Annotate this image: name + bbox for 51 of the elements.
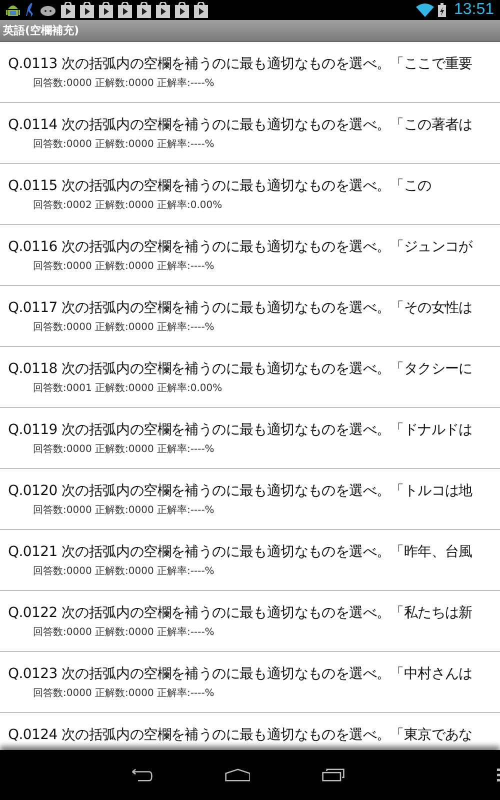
answer-stats: 回答数:0002 正解数:0000 正解率:0.00% <box>32 198 224 212</box>
answer-stats: 回答数:0001 正解数:0000 正解率:0.00% <box>32 382 224 395</box>
question-item[interactable]: Q.0122 次の括弧内の空欄を補うのに最も適切なものを選べ。「私たちは新 回答数:0000 正解数:0000 正解率:----% <box>0 591 500 652</box>
shopping-bag-icon <box>61 2 75 18</box>
wifi-icon <box>416 3 434 17</box>
question-title: Q.0124 次の括弧内の空欄を補うのに最も適切なものを選べ。「東京であな <box>8 726 472 744</box>
answer-stats: 回答数:0000 正解数:0000 正解率:----% <box>32 686 216 700</box>
shopping-bag-icon <box>118 2 132 18</box>
shopping-bag-icon <box>175 2 189 18</box>
question-item[interactable]: Q.0118 次の括弧内の空欄を補うのに最も適切なものを選べ。「タクシーに 回答数:0001 正解数:0000 正解率:0.00% <box>0 347 500 408</box>
question-title: Q.0113 次の括弧内の空欄を補うのに最も適切なものを選べ。「ここで重要 <box>8 55 472 73</box>
question-title: Q.0114 次の括弧内の空欄を補うのに最も適切なものを選べ。「この著者は <box>8 116 472 134</box>
question-title: Q.0116 次の括弧内の空欄を補うのに最も適切なものを選べ。「ジュンコが <box>8 238 472 256</box>
question-title: Q.0115 次の括弧内の空欄を補うのに最も適切なものを選べ。「この <box>8 177 432 195</box>
answer-stats: 回答数:0000 正解数:0000 正解率:----% <box>32 564 216 578</box>
screen-title: 英語(空欄補充) <box>3 23 80 38</box>
answer-stats: 回答数:0000 正解数:0000 正解率:----% <box>32 504 216 517</box>
answer-stats: 回答数:0000 正解数:0000 正解率:----% <box>32 320 216 334</box>
question-title: Q.0117 次の括弧内の空欄を補うのに最も適切なものを選べ。「その女性は <box>8 299 472 317</box>
question-title: Q.0120 次の括弧内の空欄を補うのに最も適切なものを選べ。「トルコは地 <box>8 482 472 500</box>
question-item[interactable]: Q.0123 次の括弧内の空欄を補うのに最も適切なものを選べ。「中村さんは 回答数:0000 正解数:0000 正解率:----% <box>0 652 500 713</box>
question-title: Q.0122 次の括弧内の空欄を補うのに最も適切なものを選べ。「私たちは新 <box>8 604 472 622</box>
clock-time: 13:51 <box>454 1 494 19</box>
question-item[interactable]: Q.0121 次の括弧内の空欄を補うのに最も適切なものを選べ。「昨年、台風 回答数:0000 正解数:0000 正解率:----% <box>0 530 500 591</box>
question-item[interactable]: Q.0119 次の括弧内の空欄を補うのに最も適切なものを選べ。「ドナルドは 回答数:0000 正解数:0000 正解率:----% <box>0 408 500 469</box>
shopping-bag-icon <box>99 2 113 18</box>
shopping-bag-icon <box>156 2 170 18</box>
answer-stats: 回答数:0000 正解数:0000 正解率:----% <box>32 260 216 273</box>
question-item[interactable]: Q.0113 次の括弧内の空欄を補うのに最も適切なものを選べ。「ここで重要 回答数:0000 正解数:0000 正解率:----% <box>0 42 500 103</box>
battery-icon <box>438 3 446 17</box>
answer-stats: 回答数:0000 正解数:0000 正解率:----% <box>32 76 216 90</box>
menu-icon[interactable] <box>496 767 500 783</box>
question-title: Q.0118 次の括弧内の空欄を補うのに最も適切なものを選べ。「タクシーに <box>8 360 472 378</box>
question-item[interactable]: Q.0117 次の括弧内の空欄を補うのに最も適切なものを選べ。「その女性は 回答数:0000 正解数:0000 正解率:----% <box>0 286 500 347</box>
question-title: Q.0121 次の括弧内の空欄を補うのに最も適切なものを選べ。「昨年、台風 <box>8 543 472 561</box>
question-item[interactable]: Q.0116 次の括弧内の空欄を補うのに最も適切なものを選べ。「ジュンコが 回答数:0000 正解数:0000 正解率:----% <box>0 225 500 286</box>
shopping-bag-icon <box>80 2 94 18</box>
runner-icon <box>25 2 35 18</box>
shopping-bag-icon <box>137 2 151 18</box>
back-icon[interactable] <box>130 767 153 783</box>
answer-stats: 回答数:0000 正解数:0000 正解率:----% <box>32 138 216 151</box>
question-item[interactable]: Q.0120 次の括弧内の空欄を補うのに最も適切なものを選べ。「トルコは地 回答数:0000 正解数:0000 正解率:----% <box>0 469 500 530</box>
home-icon[interactable] <box>224 767 250 783</box>
answer-stats: 回答数:0000 正解数:0000 正解率:----% <box>32 442 216 456</box>
question-item[interactable]: Q.0114 次の括弧内の空欄を補うのに最も適切なものを選べ。「この著者は 回答数:0000 正解数:0000 正解率:----% <box>0 103 500 164</box>
question-item[interactable]: Q.0115 次の括弧内の空欄を補うのに最も適切なものを選べ。「この 回答数:0002 正解数:0000 正解率:0.00% <box>0 164 500 225</box>
question-title: Q.0123 次の括弧内の空欄を補うのに最も適切なものを選べ。「中村さんは <box>8 665 472 683</box>
shopping-bag-icon <box>194 2 208 18</box>
question-title: Q.0119 次の括弧内の空欄を補うのに最も適切なものを選べ。「ドナルドは <box>8 421 472 439</box>
answer-stats: 回答数:0000 正解数:0000 正解率:----% <box>32 626 216 639</box>
recent-apps-icon[interactable] <box>322 767 345 783</box>
